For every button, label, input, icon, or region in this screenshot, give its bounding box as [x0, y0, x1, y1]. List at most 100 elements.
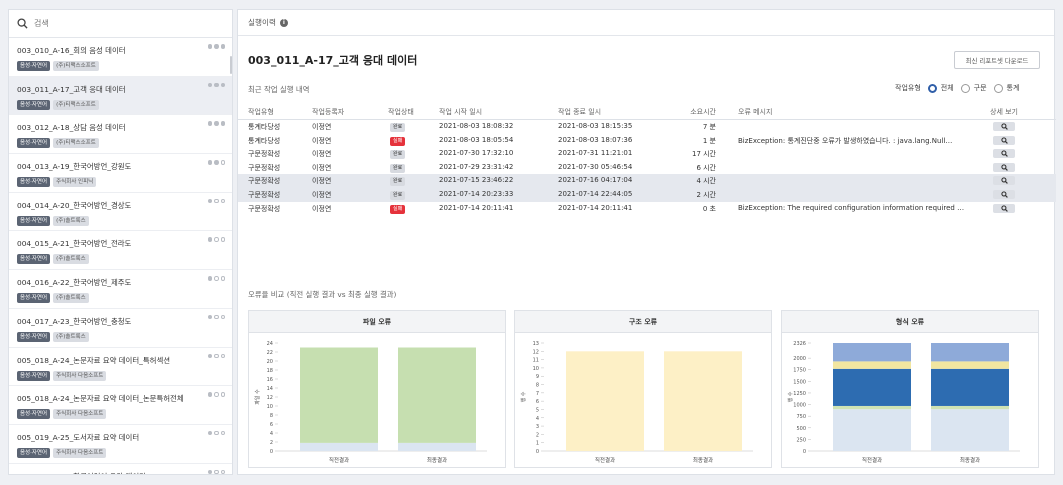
filter-label: 작업유형 [895, 84, 921, 92]
y-tick-label: 24 [267, 341, 273, 347]
list-item[interactable]: 004_013_A-19_한국어방언_강원도 음성·자연어 주식회사 인피닉 [9, 154, 232, 193]
sidebar-scrollbar[interactable] [230, 56, 232, 74]
y-tick-label: 12 [533, 349, 539, 355]
table-row[interactable]: 구문정확성 이정연 실패 2021-07-14 20:11:41 2021-07-14 … [238, 202, 1056, 216]
bar-segment [931, 343, 1009, 362]
view-detail-button[interactable] [993, 203, 1015, 213]
category-tag: 음성·자연어 [17, 99, 51, 110]
view-detail-button[interactable] [993, 189, 1015, 199]
cell-user: 이정연 [312, 204, 332, 213]
status-badge: 실패 [390, 136, 406, 146]
list-item[interactable]: 005_020_A-26_한국어연어 요약 데이터음성·자연어주식회사 다음소프… [9, 464, 232, 474]
compare-label: 오류율 비교 (직전 실행 결과 vs 최종 실행 결과) [248, 290, 397, 299]
radio-all[interactable] [927, 83, 937, 93]
cell-type: 통계타당성 [248, 123, 281, 131]
bar-segment [300, 442, 378, 451]
radio-stats-label[interactable]: 통계 [1007, 83, 1020, 93]
progress-dot [220, 392, 225, 397]
search-icon [1000, 164, 1008, 171]
search-input[interactable] [34, 19, 214, 28]
cell-type: 구문정확성 [248, 204, 281, 213]
y-tick-label: 4 [536, 416, 539, 422]
list-item-tags: 음성·자연어 (주)솔트룩스 [17, 254, 232, 265]
list-item[interactable]: 005_018_A-24_논문자료 요약 데이터_특허섹션 음성·자연어 주식회사 … [9, 348, 232, 387]
view-detail-button[interactable] [993, 135, 1015, 145]
progress-dot [207, 82, 212, 88]
cell-err: BizException: 통계진단중 오류가 발생하였습니다. : java.… [738, 136, 953, 145]
table-row[interactable]: 구문정확성 이정연 완료 2021-07-14 20:23:33 2021-07-14 … [238, 187, 1056, 202]
dataset-title: 003_011_A-17_고객 응대 데이터 [248, 54, 418, 67]
list-item-title: 004_014_A-20_한국어방언_경상도 [17, 200, 132, 210]
radio-syntax[interactable] [960, 83, 970, 93]
view-detail-button[interactable] [993, 162, 1015, 172]
list-item[interactable]: 003_012_A-18_상담 음성 데이터 음성·자연어 (주)티맥스소프트 [9, 115, 232, 155]
list-item-tags: 음성·자연어 (주)티맥스소프트 [17, 138, 232, 149]
bar-segment [833, 368, 911, 406]
search-icon [1000, 177, 1008, 185]
status-cell: 완료 [390, 163, 406, 173]
progress-dot [214, 44, 219, 49]
radio-all-label[interactable]: 전체 [941, 83, 954, 93]
list-item[interactable]: 005_018_A-24_논문자료 요약 데이터_논문특허전체 음성·자연어 주식회… [9, 386, 232, 425]
bar-segment [833, 409, 911, 451]
org-tag: (주)솔트룩스 [53, 293, 89, 304]
table-row[interactable]: 통계타당성 이정연 완료 2021-08-03 18:08:32 2021-08-03 … [238, 120, 1056, 134]
info-icon[interactable]: i [279, 18, 288, 27]
x-tick-label: 최종결과 [427, 456, 447, 464]
cell-dur: 4 시간 [696, 177, 716, 186]
progress-dot [220, 198, 225, 204]
y-tick-label: 1750 [793, 368, 806, 374]
list-item[interactable]: 004_016_A-22_한국어방언_제주도 음성·자연어 (주)솔트룩스 [9, 270, 232, 309]
list-item-tags: 음성·자연어 (주)솔트룩스 [17, 293, 232, 304]
progress-dot [220, 82, 225, 88]
view-detail-button[interactable] [993, 122, 1015, 131]
progress-dot [220, 430, 225, 436]
table-row[interactable]: 통계타당성 이정연 실패 2021-08-03 18:05:54 2021-08-03 … [238, 134, 1056, 148]
list-item[interactable]: 003_011_A-17_고객 응대 데이터 음성·자연어 (주)티맥스소프트 [9, 76, 232, 116]
col-start: 작업 시작 일시 [439, 108, 483, 116]
list-item[interactable]: 004_017_A-23_한국어방언_충청도 음성·자연어 (주)솔트룩스 [9, 309, 232, 348]
list-item-title: 004_015_A-21_한국어방언_전라도 [17, 239, 132, 249]
progress-dots [207, 469, 225, 474]
download-report-button[interactable]: 최신 리포트셋 다운로드 [954, 51, 1040, 69]
radio-stats[interactable] [993, 83, 1003, 93]
bar-segment [931, 368, 1009, 406]
list-item-tags: 음성·자연어 주식회사 다음소프트 [17, 370, 232, 381]
table-row[interactable]: 구문정확성 이정연 완료 2021-07-15 23:46:22 2021-07-16 … [238, 174, 1056, 188]
progress-dot [220, 160, 225, 165]
radio-syntax-label[interactable]: 구문 [974, 83, 987, 93]
progress-dot [207, 430, 212, 436]
chart-title: 형식 오류 [782, 311, 1038, 333]
list-item[interactable]: 003_010_A-16_회의 음성 데이터 음성·자연어 (주)티맥스소프트 [9, 38, 232, 77]
detail-cell [993, 189, 1015, 200]
bar-segment [300, 347, 378, 443]
progress-dot [207, 237, 212, 242]
y-tick-label: 9 [536, 374, 539, 380]
progress-dot [207, 353, 212, 358]
progress-dot [207, 160, 212, 165]
list-item-tags: 음성·자연어 (주)솔트룩스 [17, 215, 232, 226]
y-axis-label: 행 수 [520, 391, 527, 402]
list-item[interactable]: 004_014_A-20_한국어방언_경상도음성·자연어 (주)솔트룩스 [9, 193, 232, 232]
cell-dur: 2 시간 [696, 190, 716, 199]
search-bar[interactable] [9, 10, 232, 38]
progress-dots [207, 276, 225, 281]
cell-end: 2021-08-03 18:07:36 [558, 135, 633, 144]
progress-dot [214, 82, 219, 88]
org-tag: (주)솔트룩스 [53, 331, 89, 342]
list-item[interactable]: 004_015_A-21_한국어방언_전라도음성·자연어 (주)솔트룩스 [9, 231, 232, 271]
y-tick-label: 7 [536, 391, 539, 397]
y-tick-label: 750 [796, 414, 806, 420]
list-item-title: 005_019_A-25_도서자료 요약 데이터 [17, 432, 140, 442]
table-row[interactable]: 구문정확성 이정연 완료 2021-07-30 17:32:10 2021-07-31 … [238, 147, 1056, 161]
view-detail-button[interactable] [993, 149, 1015, 159]
detail-cell [993, 149, 1015, 159]
progress-dot [207, 276, 212, 281]
chart-structure-errors: 구조 오류 0 1 2 3 4 5 6 7 8 9 10 11 12 13 행 수 직전결과 최종결과 [514, 310, 772, 468]
view-detail-button[interactable] [993, 176, 1015, 186]
list-item[interactable]: 005_019_A-25_도서자료 요약 데이터 음성·자연어 주식회사 다음소프트 [9, 425, 232, 464]
y-tick-label: 10 [533, 366, 539, 372]
table-row[interactable]: 구문정확성 이정연 완료 2021-07-29 23:31:42 2021-07-30 … [238, 161, 1056, 175]
cell-end: 2021-07-16 04:17:04 [558, 176, 633, 185]
cell-type: 구문정확성 [248, 190, 281, 199]
